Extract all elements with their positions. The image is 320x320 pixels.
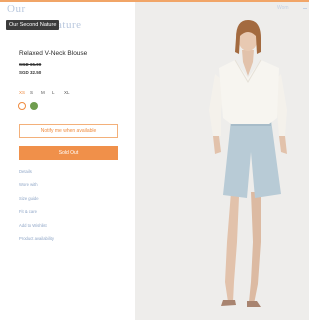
size-option-xl[interactable]: XL bbox=[64, 90, 75, 95]
size-option-l[interactable]: L bbox=[52, 90, 64, 95]
color-selector bbox=[18, 102, 38, 110]
size-option-xs[interactable]: XS bbox=[19, 90, 30, 95]
size-selector: XS S M L XL bbox=[19, 90, 75, 95]
sold-out-button[interactable]: Sold Out bbox=[19, 146, 118, 160]
brand-logo-part-2[interactable]: ature bbox=[57, 19, 81, 31]
color-swatch-cream[interactable] bbox=[18, 102, 26, 110]
model-illustration bbox=[209, 20, 287, 307]
color-swatch-green[interactable] bbox=[30, 102, 38, 110]
product-links: Details Wore with Size guide Fit & care … bbox=[19, 169, 54, 249]
nav-divider bbox=[303, 8, 307, 9]
add-to-wishlist-link[interactable]: Add to Wishlist bbox=[19, 223, 54, 236]
fit-care-link[interactable]: Fit & care bbox=[19, 209, 54, 222]
wore-with-link[interactable]: Wore with bbox=[19, 182, 54, 195]
size-option-m[interactable]: M bbox=[41, 90, 52, 95]
product-availability-link[interactable]: Product availability bbox=[19, 236, 54, 249]
product-info-panel: Our ature Our Second Nature Relaxed V-Ne… bbox=[0, 2, 135, 320]
product-title: Relaxed V-Neck Blouse bbox=[19, 50, 88, 57]
details-link[interactable]: Details bbox=[19, 169, 54, 182]
logo-tooltip: Our Second Nature bbox=[6, 20, 60, 30]
original-price: SGD 65.00 bbox=[19, 62, 42, 67]
product-image[interactable]: Wom bbox=[135, 2, 309, 320]
sale-price: SGD 32.50 bbox=[19, 70, 42, 75]
size-guide-link[interactable]: Size guide bbox=[19, 196, 54, 209]
nav-women-link[interactable]: Wom bbox=[277, 5, 289, 11]
brand-logo-part-1[interactable]: Our bbox=[7, 3, 26, 15]
size-option-s[interactable]: S bbox=[30, 90, 41, 95]
notify-me-button[interactable]: Notify me when available bbox=[19, 124, 118, 138]
